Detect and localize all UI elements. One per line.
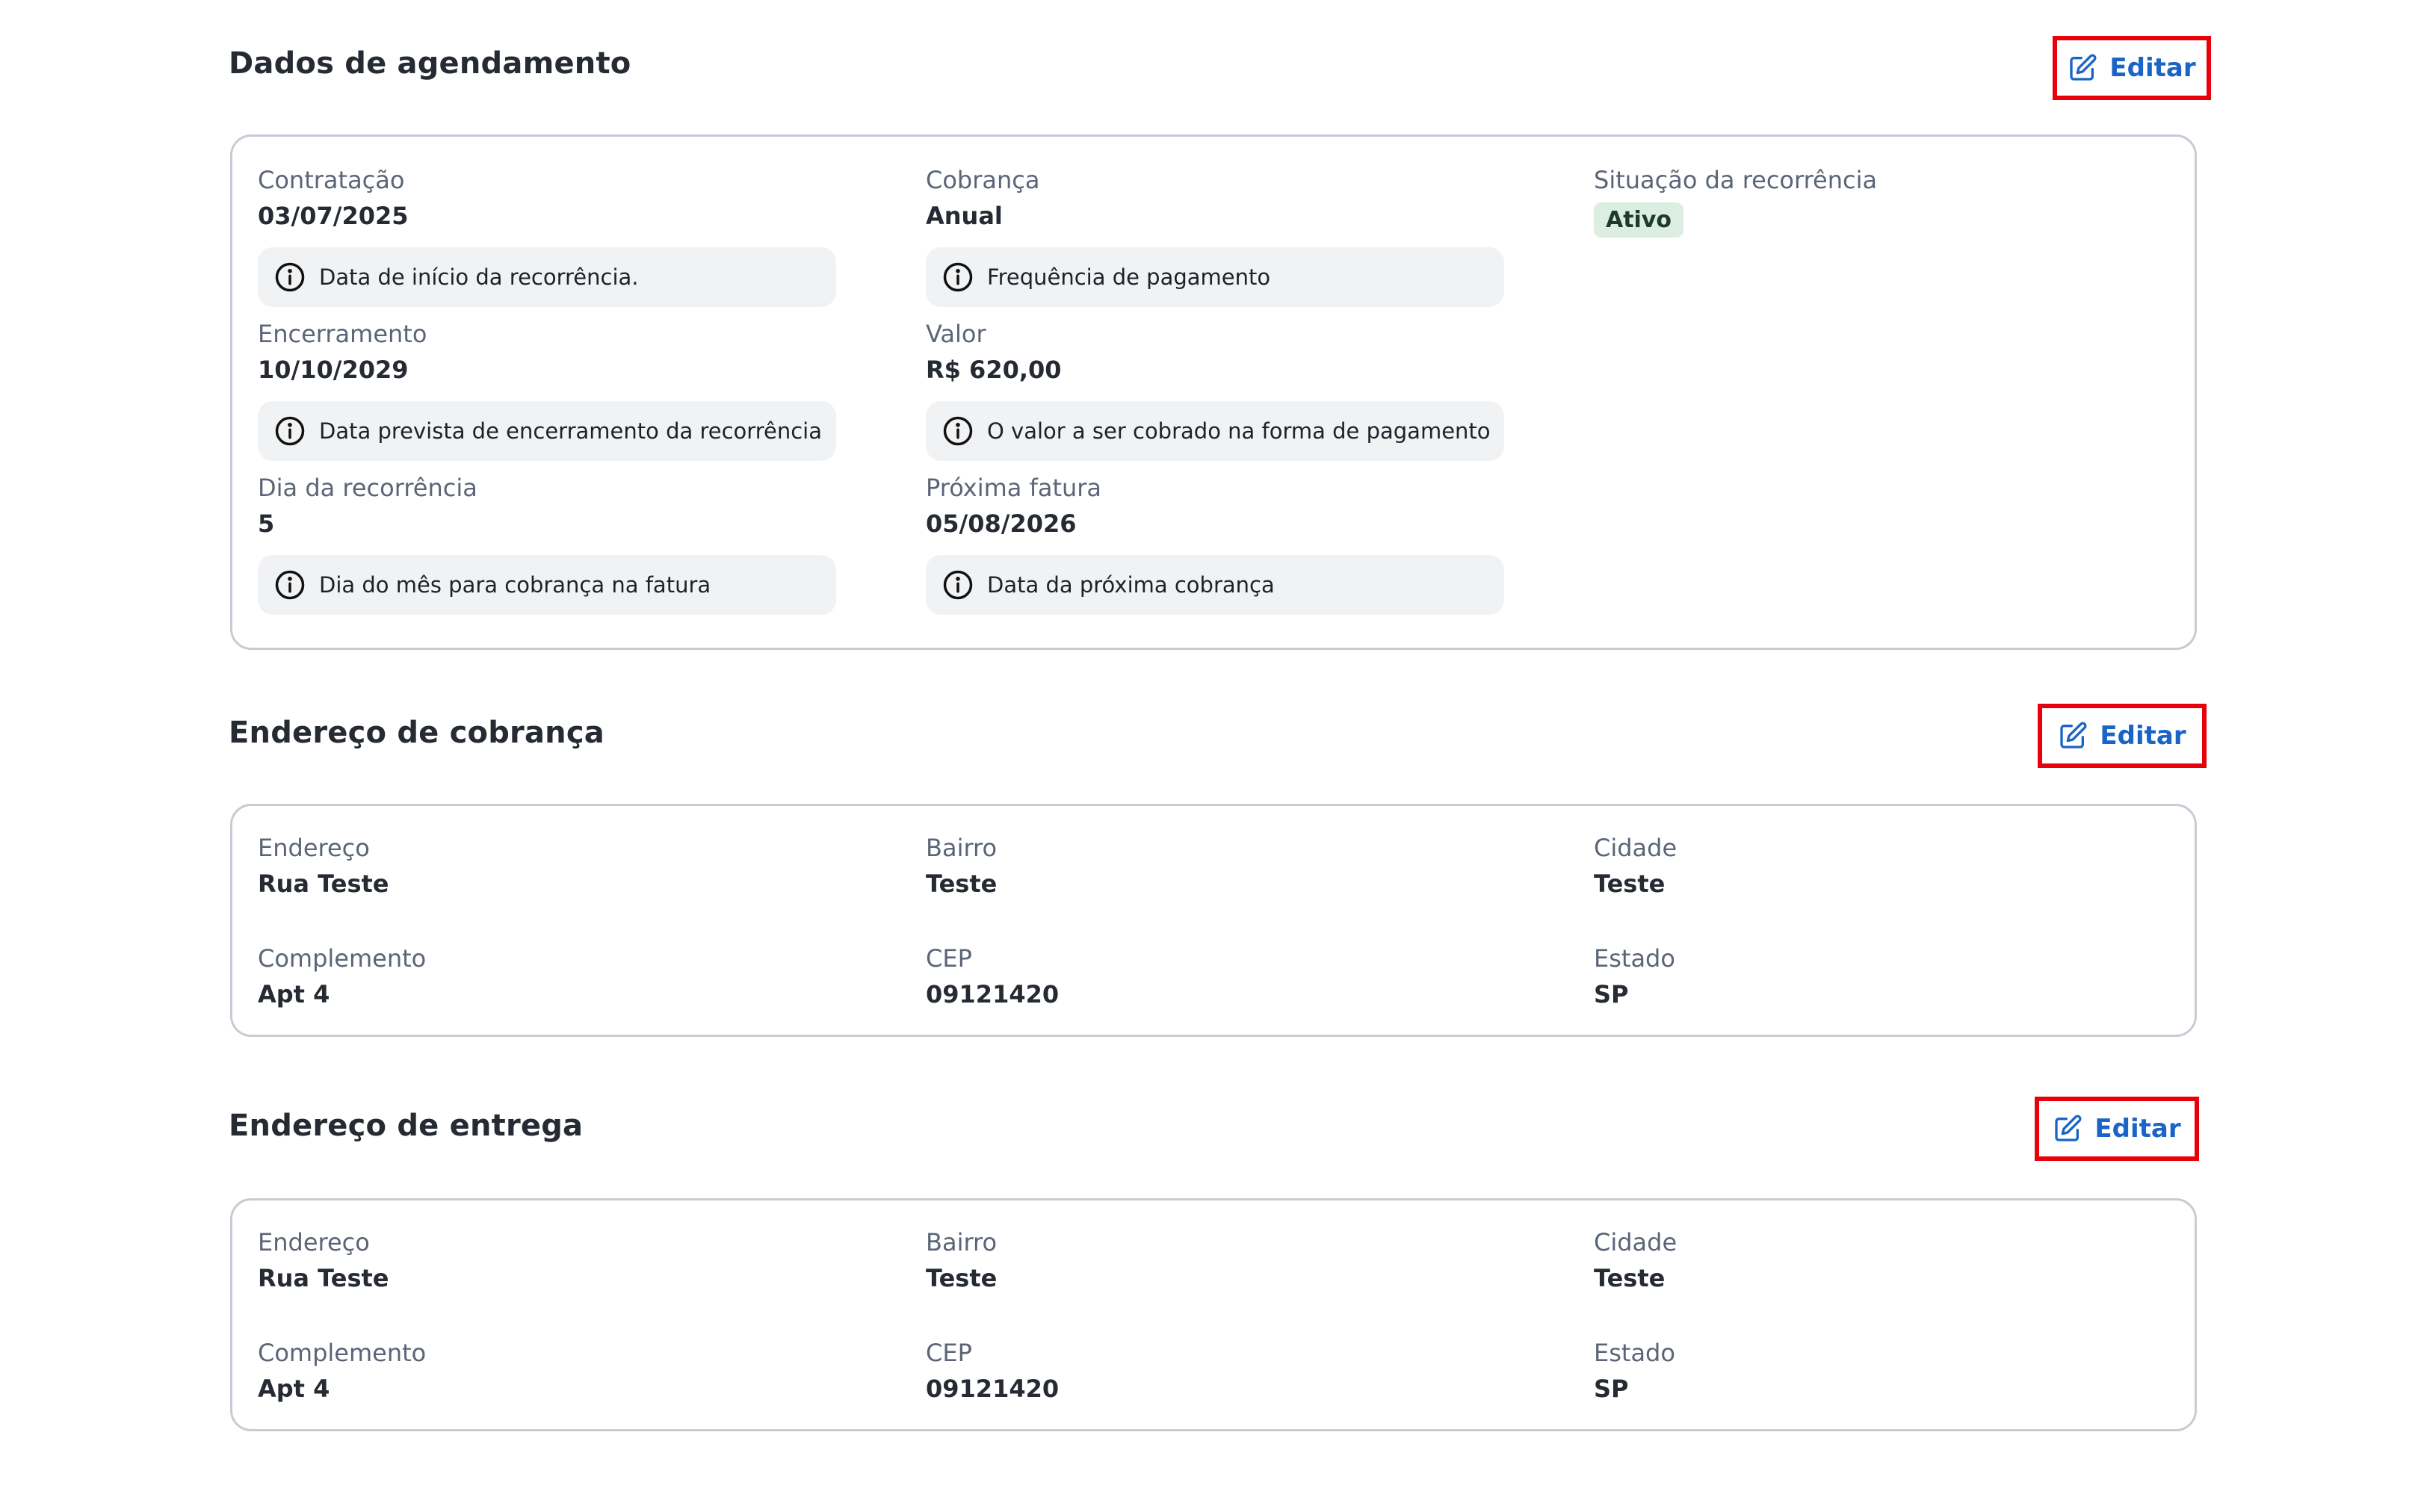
field-label: Endereço — [258, 834, 370, 862]
hint-contratacao: Data de início da recorrência. — [258, 247, 836, 307]
field-value: 10/10/2029 — [258, 356, 409, 384]
edit-delivery-address-button[interactable]: Editar — [2035, 1097, 2199, 1161]
field-value: Apt 4 — [258, 1375, 330, 1403]
field-cep: CEP 09121420 — [926, 944, 1059, 1011]
status-badge: Ativo — [1594, 202, 1684, 238]
field-bairro: Bairro Teste — [926, 833, 997, 900]
hint-text: Data prevista de encerramento da recorrê… — [319, 418, 822, 444]
field-label: Cidade — [1594, 1228, 1678, 1257]
delivery-address-title: Endereço de entrega — [229, 1109, 584, 1143]
field-value: 09121420 — [926, 1375, 1060, 1403]
hint-cobranca: Frequência de pagamento — [926, 247, 1504, 307]
field-label: Cobrança — [926, 166, 1040, 194]
field-estado: Estado SP — [1594, 944, 1675, 1011]
field-label: Dia da recorrência — [258, 474, 477, 502]
field-value: SP — [1594, 980, 1629, 1008]
edit-icon — [2055, 1115, 2082, 1141]
field-value: Teste — [1594, 1264, 1666, 1292]
field-value: Apt 4 — [258, 980, 330, 1008]
field-label: Encerramento — [258, 320, 427, 348]
field-label: Endereço — [258, 1228, 370, 1257]
edit-icon — [2060, 722, 2087, 749]
edit-billing-address-button[interactable]: Editar — [2038, 704, 2207, 768]
field-value: 05/08/2026 — [926, 509, 1077, 538]
hint-text: O valor a ser cobrado na forma de pagame… — [987, 418, 1491, 444]
field-cep: CEP 09121420 — [926, 1338, 1059, 1405]
field-value: SP — [1594, 1375, 1629, 1403]
info-icon — [943, 570, 973, 600]
field-cidade: Cidade Teste — [1594, 833, 1677, 900]
field-contratacao: Contratação 03/07/2025 — [258, 165, 409, 232]
field-valor: Valor R$ 620,00 — [926, 319, 1062, 386]
field-endereco: Endereço Rua Teste — [258, 1227, 389, 1295]
edit-scheduling-button[interactable]: Editar — [2053, 36, 2211, 100]
field-label: Bairro — [926, 1228, 998, 1257]
field-label: CEP — [926, 1339, 972, 1367]
edit-label: Editar — [2109, 53, 2196, 83]
info-icon — [943, 416, 973, 446]
field-situacao: Situação da recorrência Ativo — [1594, 165, 1877, 238]
field-label: CEP — [926, 944, 972, 973]
hint-text: Data de início da recorrência. — [319, 264, 639, 290]
info-icon — [275, 416, 305, 446]
field-value: Rua Teste — [258, 1264, 389, 1292]
field-encerramento: Encerramento 10/10/2029 — [258, 319, 427, 386]
delivery-address-card: Endereço Rua Teste Bairro Teste Cidade T… — [230, 1198, 2197, 1431]
field-label: Estado — [1594, 1339, 1675, 1367]
field-complemento: Complemento Apt 4 — [258, 1338, 426, 1405]
info-icon — [275, 262, 305, 292]
field-label: Estado — [1594, 944, 1675, 973]
field-estado: Estado SP — [1594, 1338, 1675, 1405]
billing-address-card: Endereço Rua Teste Bairro Teste Cidade T… — [230, 804, 2197, 1037]
field-complemento: Complemento Apt 4 — [258, 944, 426, 1011]
field-value: Teste — [926, 870, 998, 898]
field-label: Valor — [926, 320, 986, 348]
hint-valor: O valor a ser cobrado na forma de pagame… — [926, 401, 1504, 461]
field-endereco: Endereço Rua Teste — [258, 833, 389, 900]
info-icon — [275, 570, 305, 600]
hint-encerramento: Data prevista de encerramento da recorrê… — [258, 401, 836, 461]
edit-icon — [2070, 54, 2097, 81]
field-value: 03/07/2025 — [258, 202, 409, 230]
edit-label: Editar — [2094, 1114, 2181, 1144]
field-cobranca: Cobrança Anual — [926, 165, 1039, 232]
field-value: Rua Teste — [258, 870, 389, 898]
field-label: Contratação — [258, 166, 405, 194]
edit-label: Editar — [2100, 721, 2186, 751]
field-proxima-fatura: Próxima fatura 05/08/2026 — [926, 473, 1101, 540]
field-value: Anual — [926, 202, 1003, 230]
scheduling-title: Dados de agendamento — [229, 46, 631, 81]
field-label: Cidade — [1594, 834, 1678, 862]
field-value: 5 — [258, 509, 275, 538]
info-icon — [943, 262, 973, 292]
field-label: Situação da recorrência — [1594, 166, 1878, 194]
field-value: Teste — [1594, 870, 1666, 898]
field-bairro: Bairro Teste — [926, 1227, 997, 1295]
hint-dia-recorrencia: Dia do mês para cobrança na fatura — [258, 555, 836, 615]
field-label: Próxima fatura — [926, 474, 1102, 502]
hint-proxima-fatura: Data da próxima cobrança — [926, 555, 1504, 615]
hint-text: Data da próxima cobrança — [987, 572, 1275, 598]
field-label: Bairro — [926, 834, 998, 862]
field-dia-recorrencia: Dia da recorrência 5 — [258, 473, 477, 540]
hint-text: Frequência de pagamento — [987, 264, 1271, 290]
field-value: Teste — [926, 1264, 998, 1292]
field-value: R$ 620,00 — [926, 356, 1062, 384]
field-label: Complemento — [258, 944, 427, 973]
field-value: 09121420 — [926, 980, 1060, 1008]
field-label: Complemento — [258, 1339, 427, 1367]
hint-text: Dia do mês para cobrança na fatura — [319, 572, 711, 598]
scheduling-card: Contratação 03/07/2025 Data de início da… — [230, 134, 2197, 650]
field-cidade: Cidade Teste — [1594, 1227, 1677, 1295]
billing-address-title: Endereço de cobrança — [229, 716, 604, 750]
